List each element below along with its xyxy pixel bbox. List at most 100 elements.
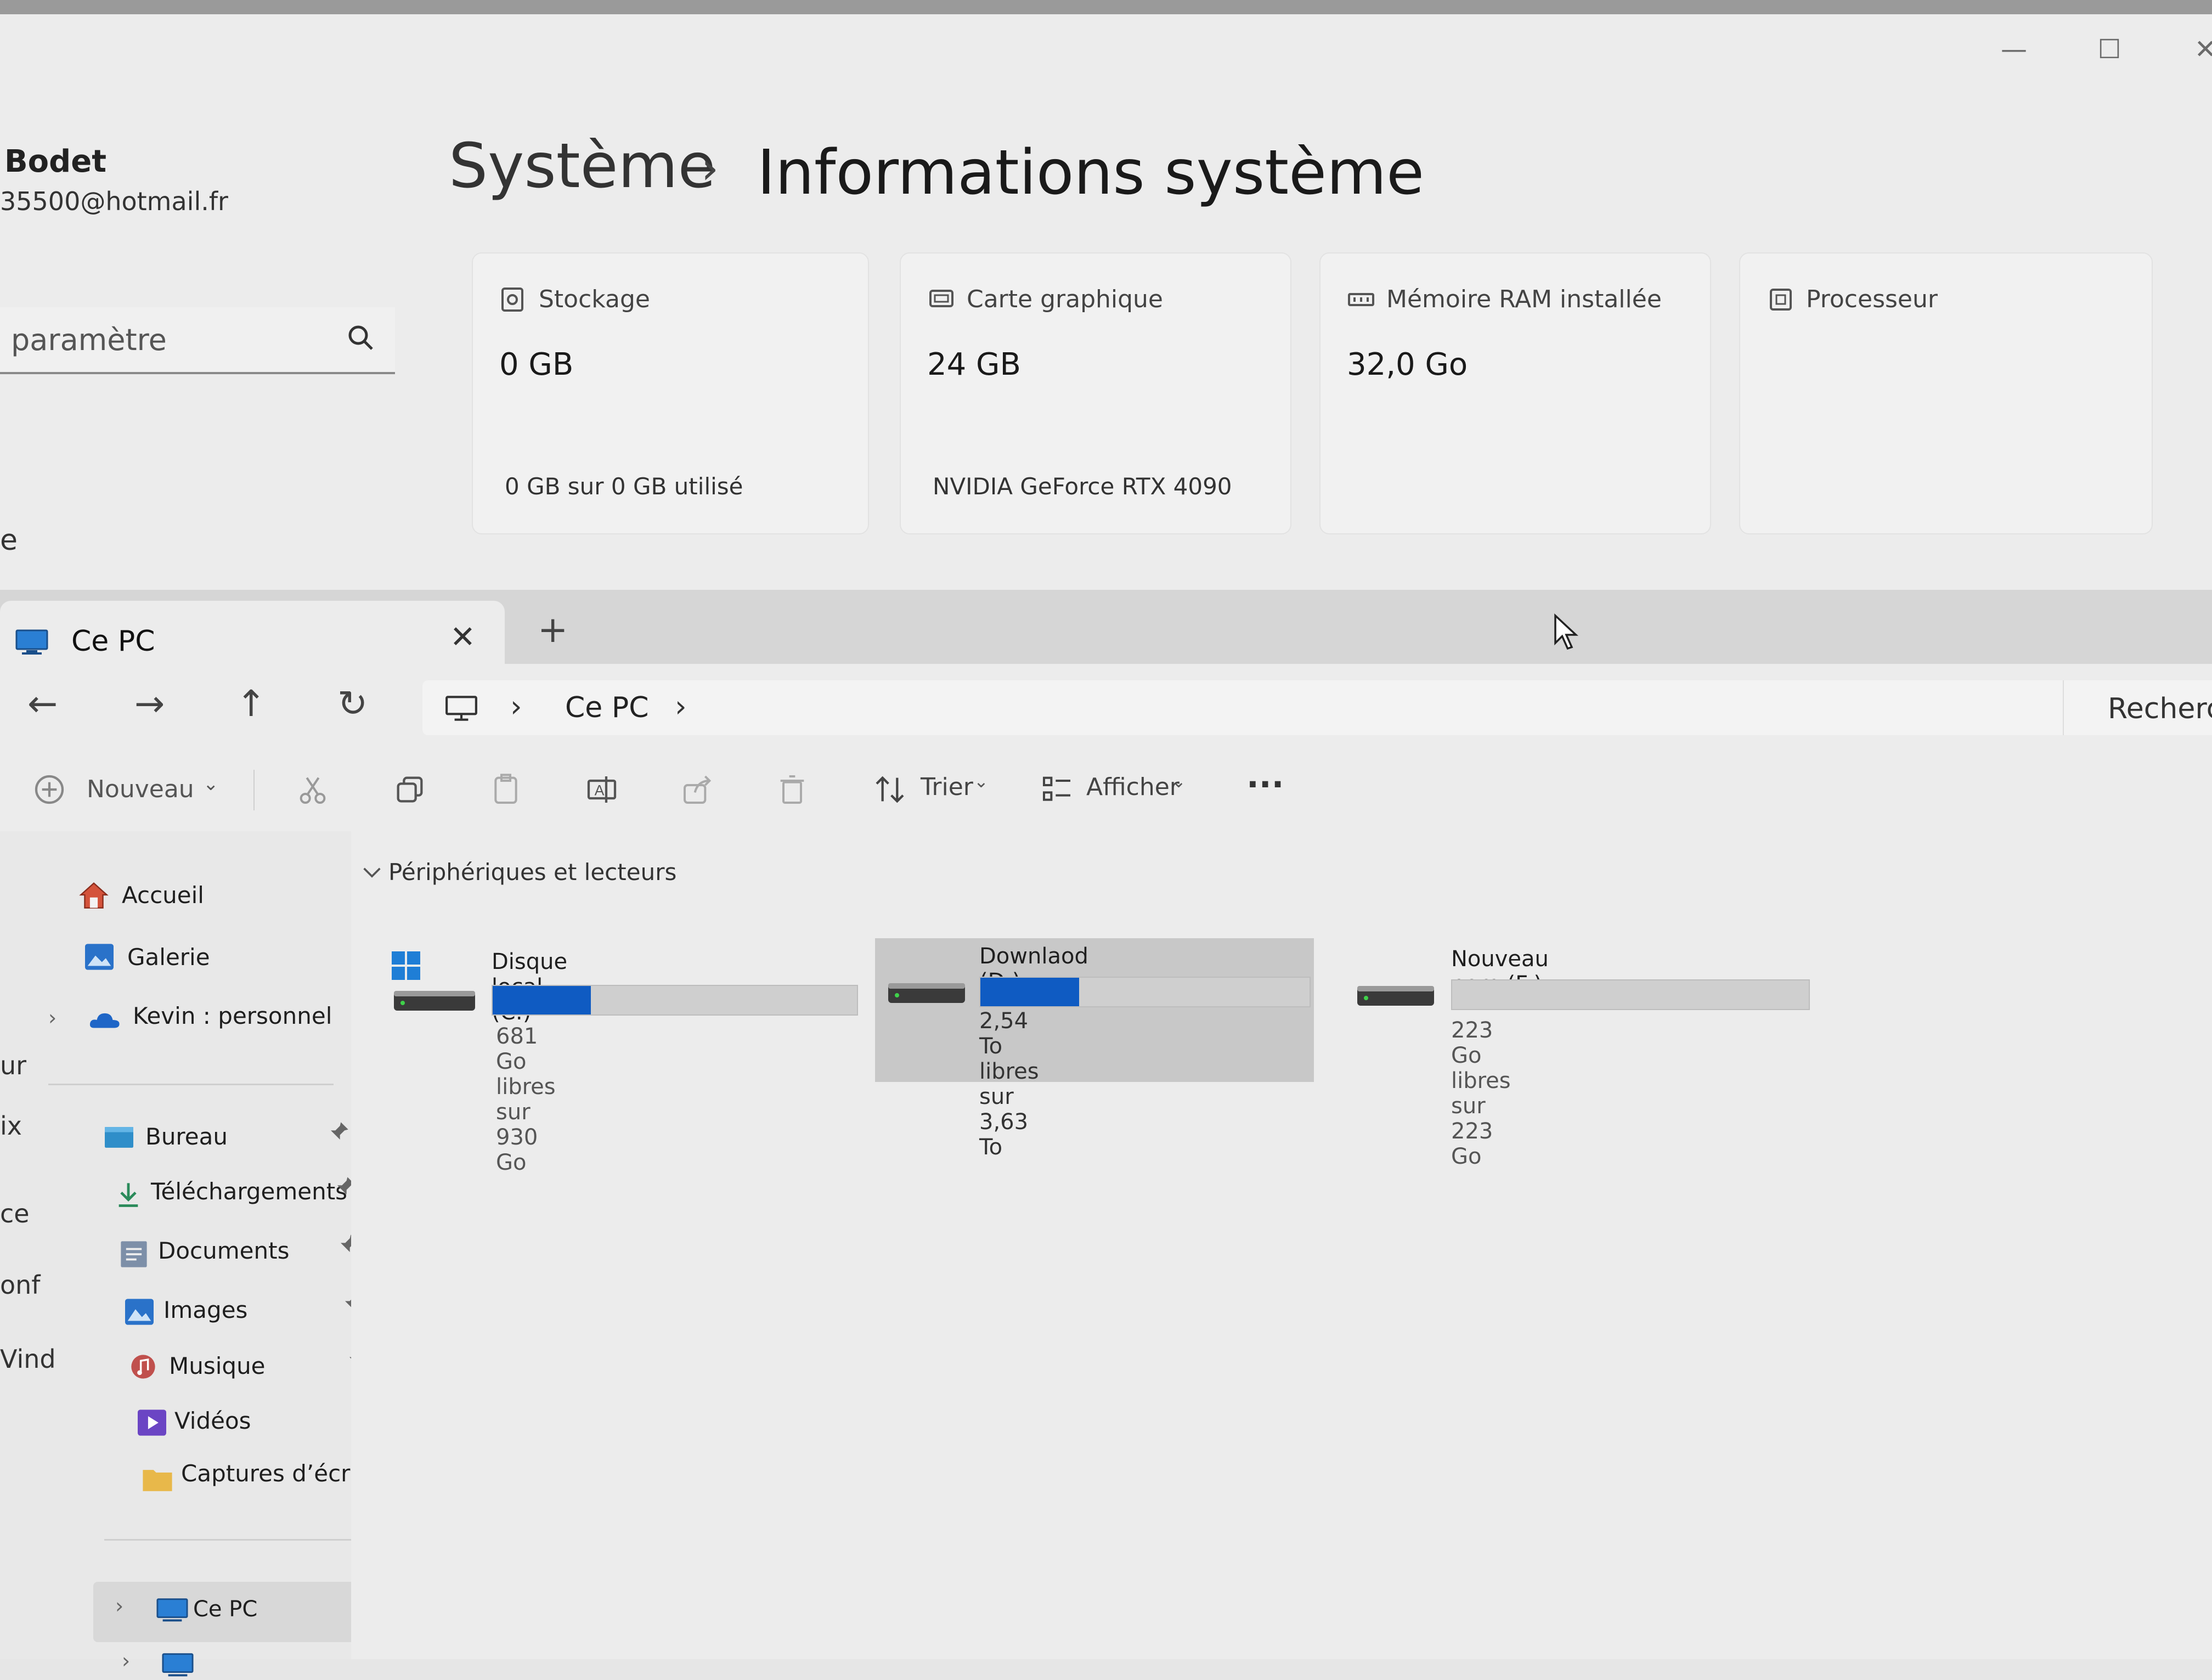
drive-free-space: 2,54 To libres sur 3,63 To bbox=[979, 1008, 1039, 1160]
more-options-button[interactable]: ··· bbox=[1246, 765, 1284, 804]
pc-icon bbox=[156, 1598, 188, 1622]
drive-icon bbox=[888, 983, 965, 1003]
download-icon bbox=[119, 1183, 138, 1207]
navigation-pane: ur ix ce onf Vind Accueil Galerie › Kevi… bbox=[0, 831, 390, 1677]
new-tab-button[interactable]: + bbox=[538, 608, 568, 651]
chevron-right-icon[interactable]: › bbox=[48, 1006, 57, 1030]
cut-text: ce bbox=[0, 1199, 30, 1228]
search-icon[interactable] bbox=[345, 322, 377, 354]
drive-usage-bar bbox=[979, 977, 1311, 1007]
settings-window: — ☐ ✕ Bodet 35500@hotmail.fr paramètre e… bbox=[0, 0, 2212, 590]
chevron-right-icon[interactable]: › bbox=[122, 1649, 130, 1673]
drive-usage-bar bbox=[1451, 979, 1810, 1010]
card-value: 24 GB bbox=[927, 347, 1021, 382]
sidebar-item-label: Musique bbox=[169, 1352, 266, 1379]
chevron-down-icon[interactable] bbox=[362, 864, 382, 881]
search-input[interactable]: Recherch bbox=[2063, 680, 2212, 735]
sidebar-item-label: Bureau bbox=[145, 1123, 228, 1150]
drive-usage-fill bbox=[493, 986, 591, 1014]
group-header[interactable]: Périphériques et lecteurs bbox=[388, 859, 676, 886]
breadcrumb-parent[interactable]: Système bbox=[449, 131, 716, 202]
gpu-card[interactable]: Carte graphique 24 GB NVIDIA GeForce RTX… bbox=[900, 252, 1291, 534]
window-top-strip bbox=[0, 0, 2212, 14]
forward-button[interactable]: → bbox=[134, 683, 165, 725]
address-item-ce-pc[interactable]: Ce PC bbox=[565, 691, 649, 724]
card-value: 32,0 Go bbox=[1347, 347, 1468, 382]
music-icon bbox=[131, 1355, 155, 1379]
share-icon[interactable] bbox=[680, 772, 715, 807]
maximize-button[interactable]: ☐ bbox=[2085, 25, 2134, 74]
command-bar: Nouveau ⌄ A Trier ⌄ Afficher ⌄ ··· bbox=[0, 749, 2212, 832]
pin-icon[interactable] bbox=[328, 1120, 350, 1142]
sidebar-item-label: Captures d’écran bbox=[181, 1460, 379, 1487]
home-icon bbox=[79, 882, 109, 909]
drive-selection-highlight bbox=[875, 938, 1314, 1082]
card-title: Mémoire RAM installée bbox=[1386, 285, 1662, 313]
address-separator[interactable]: › bbox=[675, 689, 687, 724]
copy-icon[interactable] bbox=[392, 772, 427, 807]
sidebar-item-label: Documents bbox=[158, 1237, 290, 1264]
network-icon bbox=[162, 1653, 194, 1677]
user-email: 35500@hotmail.fr bbox=[0, 187, 228, 216]
sort-button[interactable]: Trier bbox=[921, 773, 973, 801]
close-button[interactable]: ✕ bbox=[2181, 25, 2212, 74]
ram-card[interactable]: Mémoire RAM installée 32,0 Go bbox=[1319, 252, 1711, 534]
gpu-icon bbox=[929, 290, 953, 307]
paste-icon[interactable] bbox=[488, 772, 523, 807]
sidebar-divider bbox=[104, 1539, 373, 1541]
new-button[interactable]: Nouveau bbox=[87, 775, 194, 803]
tab-title: Ce PC bbox=[71, 625, 155, 658]
user-name: Bodet bbox=[4, 144, 106, 179]
storage-icon bbox=[501, 287, 523, 312]
settings-search-input[interactable]: paramètre bbox=[0, 307, 395, 374]
images-icon bbox=[125, 1299, 154, 1325]
breadcrumb-separator: › bbox=[701, 143, 719, 194]
chevron-right-icon[interactable]: › bbox=[115, 1594, 123, 1618]
address-bar[interactable]: › Ce PC › bbox=[422, 680, 2068, 735]
settings-search-placeholder: paramètre bbox=[11, 323, 167, 357]
sidebar-item-label: Accueil bbox=[122, 882, 204, 909]
tab-ce-pc[interactable]: Ce PC ✕ bbox=[0, 601, 505, 664]
up-button[interactable]: ↑ bbox=[236, 683, 266, 725]
card-subtitle: 0 GB sur 0 GB utilisé bbox=[505, 473, 743, 500]
gallery-icon bbox=[85, 944, 114, 970]
onedrive-icon bbox=[89, 1013, 120, 1028]
plus-circle-icon[interactable] bbox=[32, 772, 67, 807]
sidebar-cut-text: e bbox=[0, 524, 18, 557]
drive-usage-fill bbox=[980, 978, 1079, 1006]
chevron-down-icon[interactable]: ⌄ bbox=[974, 771, 989, 792]
toolbar-divider bbox=[253, 770, 255, 810]
drive-free-space: 223 Go libres sur 223 Go bbox=[1451, 1018, 1511, 1169]
refresh-button[interactable]: ↻ bbox=[337, 683, 368, 725]
cut-icon[interactable] bbox=[295, 772, 330, 807]
view-button[interactable]: Afficher bbox=[1086, 773, 1180, 801]
page-title: Informations système bbox=[757, 137, 1425, 208]
cut-text: onf bbox=[0, 1270, 41, 1300]
chevron-down-icon[interactable]: ⌄ bbox=[1171, 771, 1186, 792]
storage-card[interactable]: Stockage 0 GB 0 GB sur 0 GB utilisé bbox=[472, 252, 869, 534]
file-explorer-window: Ce PC ✕ + ← → ↑ ↻ › Ce PC › Recherch bbox=[0, 590, 2212, 1677]
sort-icon[interactable] bbox=[872, 772, 907, 807]
sidebar-item-label: Ce PC bbox=[193, 1597, 258, 1622]
ram-icon bbox=[1348, 293, 1374, 306]
svg-text:A: A bbox=[595, 782, 605, 799]
rename-icon[interactable]: A bbox=[584, 772, 619, 807]
content-pane: Périphériques et lecteurs Disque local (… bbox=[351, 831, 2212, 1659]
view-icon[interactable] bbox=[1040, 772, 1075, 807]
sidebar-item-label: Téléchargements bbox=[151, 1178, 348, 1205]
cpu-icon bbox=[1770, 289, 1792, 311]
chevron-down-icon[interactable]: ⌄ bbox=[203, 773, 219, 795]
address-separator[interactable]: › bbox=[510, 689, 522, 724]
cpu-card[interactable]: Processeur bbox=[1739, 252, 2153, 534]
minimize-button[interactable]: — bbox=[1989, 25, 2039, 74]
back-button[interactable]: ← bbox=[27, 683, 58, 725]
tab-close-icon[interactable]: ✕ bbox=[450, 619, 476, 655]
monitor-icon bbox=[445, 696, 477, 721]
cut-text: ur bbox=[0, 1051, 27, 1080]
windows-drive-icon bbox=[392, 951, 475, 1011]
tab-bar: Ce PC ✕ + bbox=[0, 590, 2212, 664]
card-value: 0 GB bbox=[499, 347, 574, 382]
drive-free-space: 681 Go libres sur 930 Go bbox=[496, 1024, 556, 1175]
navigation-bar: ← → ↑ ↻ › Ce PC › Recherch bbox=[0, 664, 2212, 750]
delete-icon[interactable] bbox=[775, 772, 810, 807]
